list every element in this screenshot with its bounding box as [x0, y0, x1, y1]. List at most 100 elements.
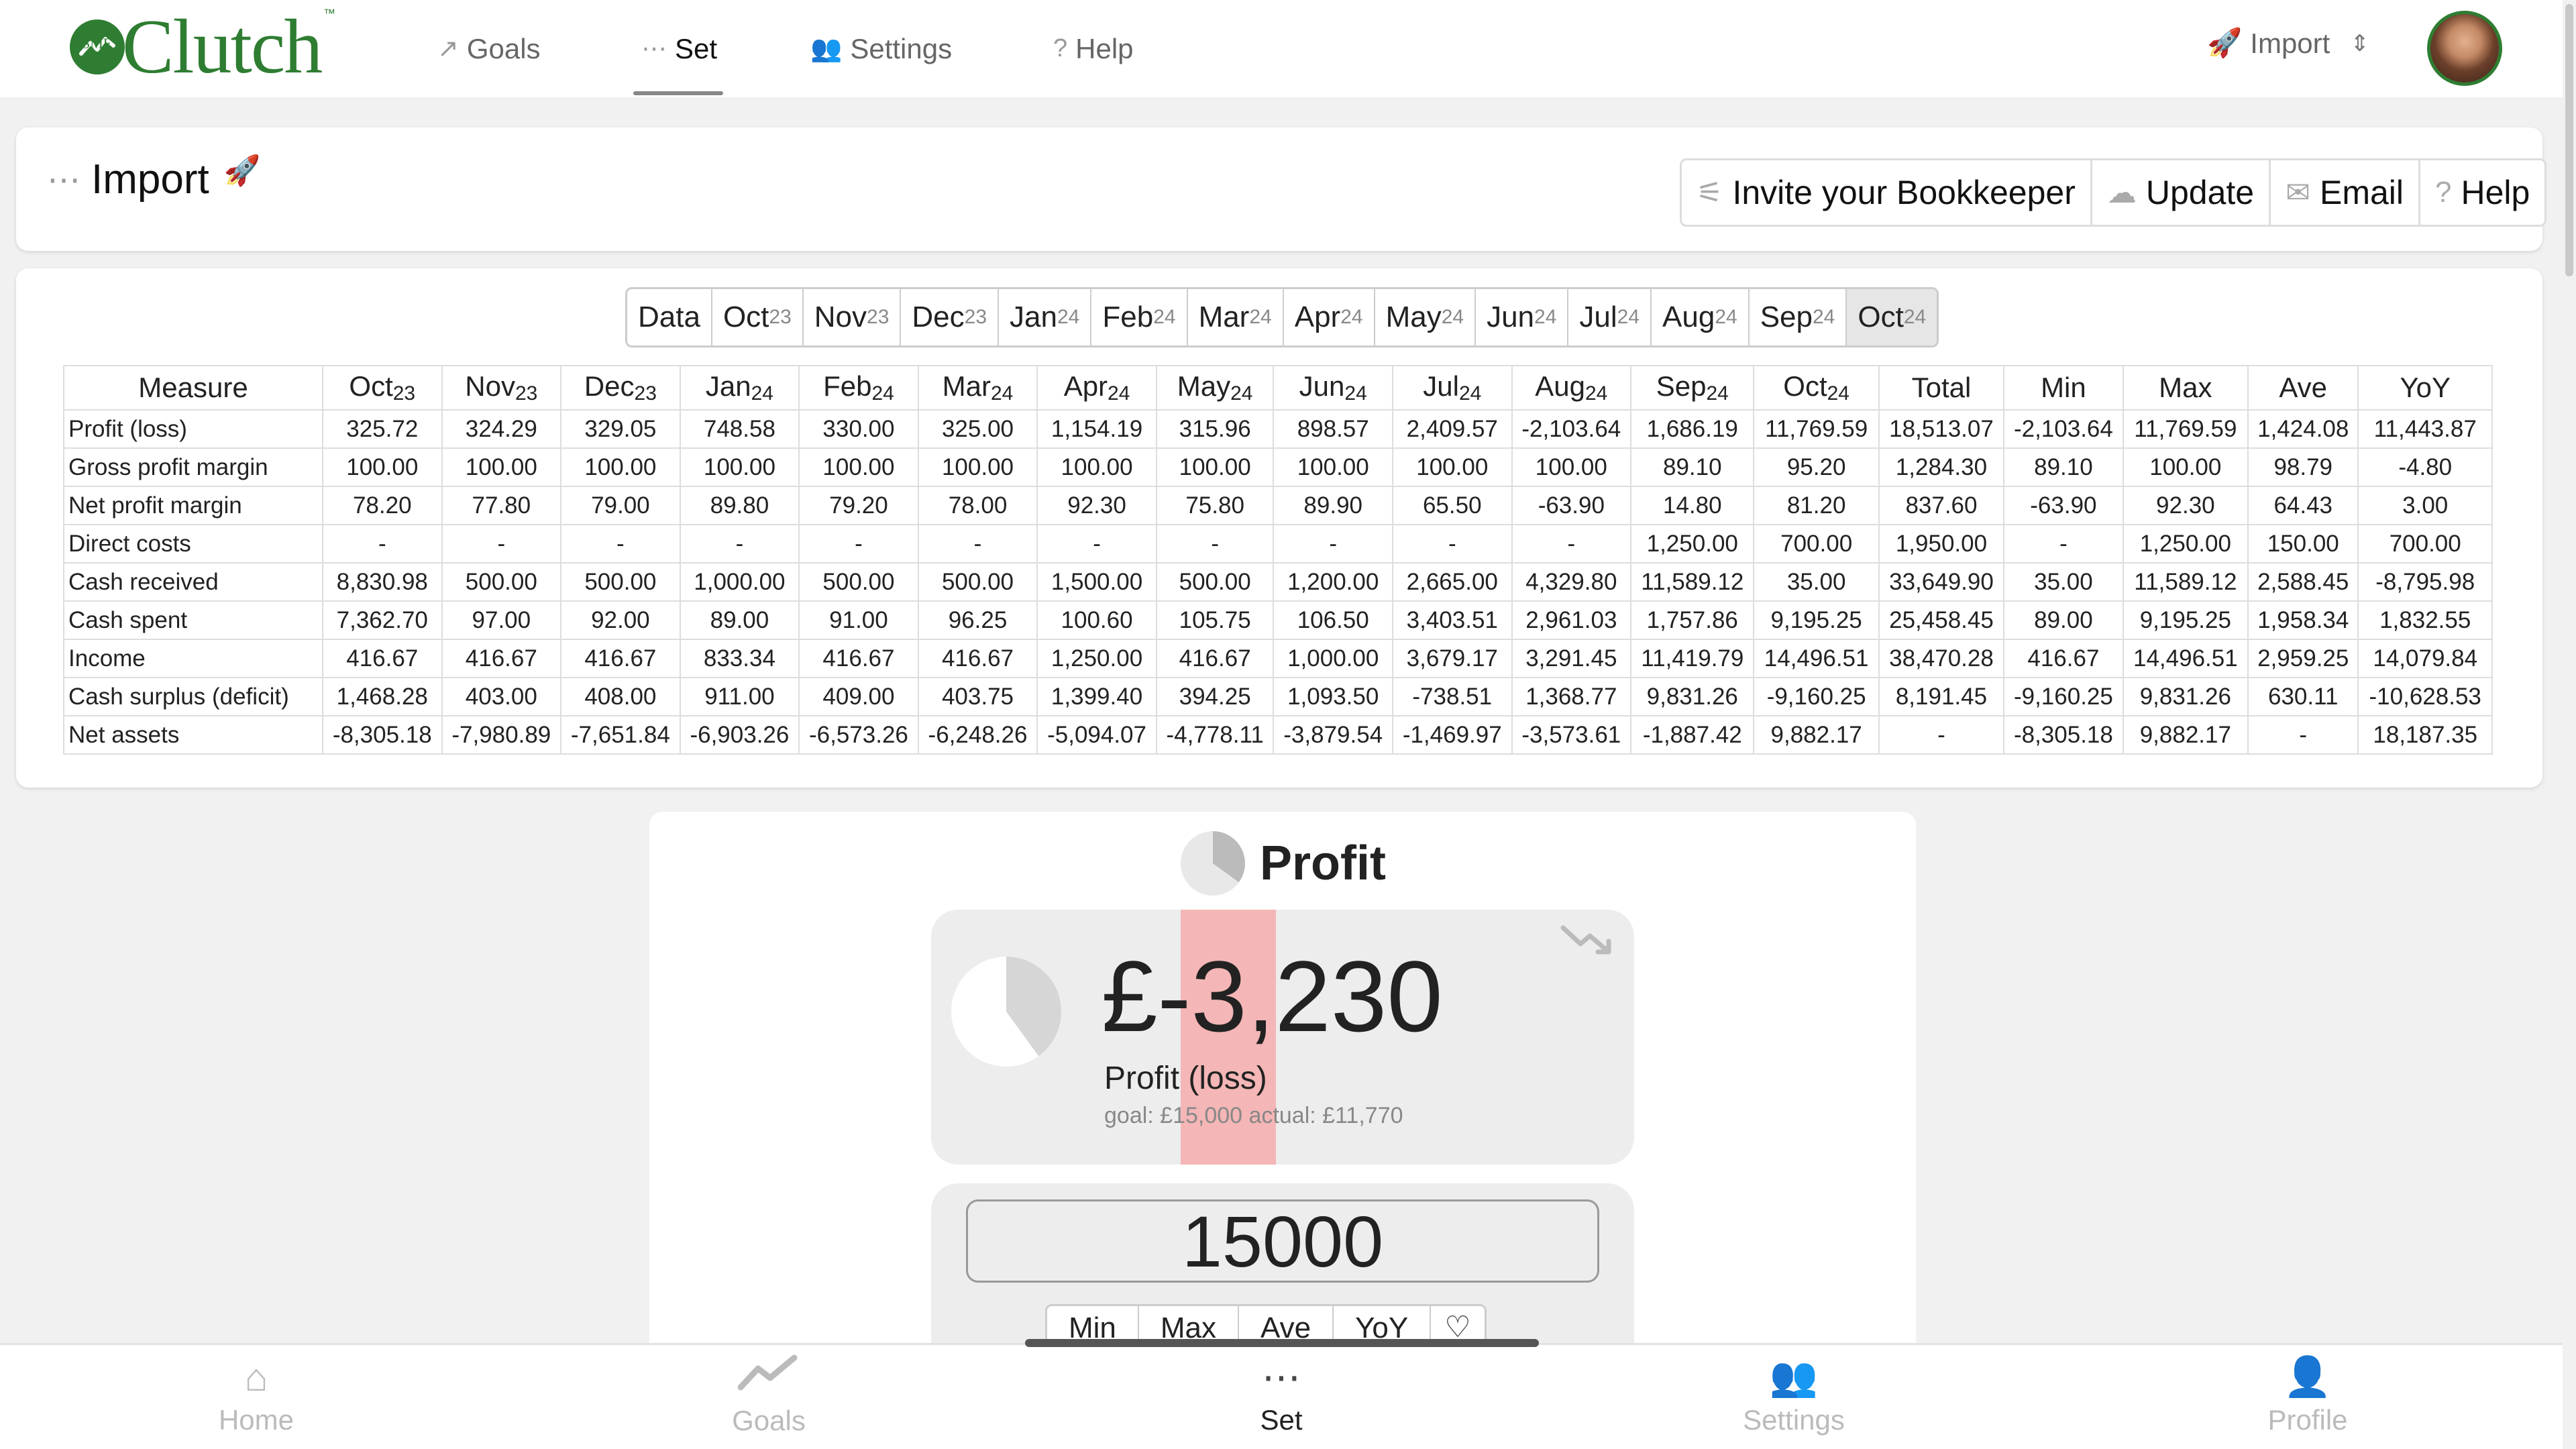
month-tab[interactable]: Oct 24: [1847, 289, 1937, 345]
bottom-nav-goals[interactable]: Goals: [668, 1348, 869, 1442]
chart-line-icon: [737, 1354, 800, 1401]
stat-tab-min[interactable]: Min: [1047, 1306, 1139, 1342]
table-cell: 79.20: [798, 486, 919, 525]
month-tab[interactable]: Jun 24: [1476, 289, 1569, 345]
table-cell: -: [1511, 524, 1632, 564]
table-row[interactable]: Cash received 8,830.98 500.00 500.00 1,000.0…: [63, 562, 2493, 602]
table-cell: -1,887.42: [1630, 715, 1755, 755]
month-tab[interactable]: Nov 23: [804, 289, 902, 345]
column-header-label: Jul: [1423, 370, 1459, 402]
table-body: Profit (loss) 325.72 324.29 329.05 748.58 330…: [63, 409, 2493, 755]
table-cell: 1,000.00: [679, 562, 800, 602]
month-tab-year: 24: [1057, 306, 1080, 328]
table-cell: 65.50: [1392, 486, 1513, 525]
nav-set[interactable]: ⋯ Set: [641, 0, 717, 97]
table-cell: 1,399.40: [1036, 677, 1157, 716]
table-cell: 100.60: [1036, 600, 1157, 640]
month-tab-year: 23: [769, 306, 792, 328]
table-row[interactable]: Income 416.67 416.67 416.67 833.34 416.67 416.…: [63, 639, 2493, 678]
table-cell: -: [1878, 715, 2005, 755]
month-tab[interactable]: Apr 24: [1284, 289, 1375, 345]
month-tab-year: 24: [1340, 306, 1363, 328]
month-tab[interactable]: Aug 24: [1652, 289, 1750, 345]
month-tab[interactable]: Jul 24: [1568, 289, 1652, 345]
profit-title: Profit: [1181, 826, 1386, 900]
table-cell: 409.00: [798, 677, 919, 716]
month-tab-label: Sep: [1760, 301, 1813, 333]
goal-input[interactable]: 15000: [966, 1199, 1599, 1283]
table-row[interactable]: Net assets -8,305.18 -7,980.89 -7,651.84 -6,…: [63, 715, 2493, 755]
table-cell: 7,362.70: [322, 600, 443, 640]
month-tab[interactable]: Oct 23: [712, 289, 804, 345]
vertical-scrollbar[interactable]: [2563, 0, 2576, 1449]
table-cell: -9,160.25: [2003, 677, 2124, 716]
table-row[interactable]: Direct costs - - - - - - - - - - -1,250.00 700.00 1,9…: [63, 524, 2493, 564]
scrollbar-thumb[interactable]: [2565, 4, 2573, 276]
table-row[interactable]: Cash spent 7,362.70 97.00 92.00 89.00 91.00 96…: [63, 600, 2493, 640]
table-cell: 500.00: [441, 562, 562, 602]
table-cell: -9,160.25: [1753, 677, 1880, 716]
month-tab-label: Jul: [1579, 301, 1617, 333]
month-tab[interactable]: Jan 24: [999, 289, 1092, 345]
table-cell: 14,079.84: [2357, 639, 2493, 678]
table-cell: 630.11: [2247, 677, 2359, 716]
page-title: ⋯ Import 🚀: [47, 154, 261, 203]
help-button[interactable]: ? Help: [2420, 160, 2544, 225]
table-cell: 95.20: [1753, 447, 1880, 487]
table-cell: -: [1036, 524, 1157, 564]
table-row[interactable]: Net profit margin 78.20 77.80 79.00 89.80 79.…: [63, 486, 2493, 525]
month-tab[interactable]: Sep 24: [1750, 289, 1847, 345]
column-header-label: Nov: [465, 370, 515, 402]
table-cell: 416.67: [2003, 639, 2124, 678]
table-cell: 98.79: [2247, 447, 2359, 487]
update-button[interactable]: ☁ Update: [2092, 160, 2271, 225]
month-tab[interactable]: Data: [627, 289, 712, 345]
stat-tab-ave[interactable]: Ave: [1239, 1306, 1334, 1342]
month-tab-year: 24: [1534, 306, 1557, 328]
email-button[interactable]: ✉ Email: [2271, 160, 2420, 225]
avatar[interactable]: [2427, 11, 2502, 86]
table-cell: 100.00: [679, 447, 800, 487]
table-cell: 11,443.87: [2357, 409, 2493, 449]
table-cell: -2,103.64: [1511, 409, 1632, 449]
month-tab-year: 23: [964, 306, 987, 328]
table-cell: 416.67: [798, 639, 919, 678]
invite-bookkeeper-button[interactable]: ⚟ Invite your Bookkeeper: [1682, 160, 2092, 225]
table-cell: 1,154.19: [1036, 409, 1157, 449]
column-header-label: Sep: [1656, 370, 1707, 402]
table-cell: 14.80: [1630, 486, 1755, 525]
table-row[interactable]: Cash surplus (deficit) 1,468.28 403.00 408.…: [63, 677, 2493, 716]
bottom-nav-settings[interactable]: 👥 Settings: [1693, 1348, 1894, 1442]
table-cell: -: [798, 524, 919, 564]
bottom-nav-set[interactable]: ⋯ Set: [1181, 1348, 1382, 1442]
table-cell: 3,403.51: [1392, 600, 1513, 640]
bottom-nav-home[interactable]: ⌂ Home: [156, 1348, 357, 1442]
question-icon: ?: [1053, 34, 1068, 62]
nav-label: Set: [675, 32, 718, 64]
table-cell: 100.00: [2122, 447, 2249, 487]
nav-goals[interactable]: ↗ Goals: [437, 0, 541, 97]
table-cell: 18,187.35: [2357, 715, 2493, 755]
table-cell: 324.29: [441, 409, 562, 449]
column-header-year: 24: [1230, 382, 1253, 405]
month-tab[interactable]: Feb 24: [1091, 289, 1188, 345]
heart-icon[interactable]: ♡: [1431, 1306, 1484, 1342]
row-label: Net assets: [63, 715, 323, 755]
table-cell: 500.00: [798, 562, 919, 602]
table-row[interactable]: Gross profit margin 100.00 100.00 100.00 100…: [63, 447, 2493, 487]
month-tab[interactable]: Mar 24: [1188, 289, 1284, 345]
nav-settings[interactable]: 👥 Settings: [810, 0, 952, 97]
import-select[interactable]: 🚀 Import ⇕: [2207, 27, 2369, 60]
column-header: Oct23: [322, 365, 443, 411]
stat-tab-max[interactable]: Max: [1139, 1306, 1240, 1342]
row-label: Profit (loss): [63, 409, 323, 449]
table-cell: -: [441, 524, 562, 564]
bottom-nav-profile[interactable]: 👤 Profile: [2207, 1348, 2408, 1442]
table-row[interactable]: Profit (loss) 325.72 324.29 329.05 748.58 330…: [63, 409, 2493, 449]
stat-tab-yoy[interactable]: YoY: [1334, 1306, 1432, 1342]
nav-help[interactable]: ? Help: [1053, 0, 1134, 97]
horizontal-scrollbar[interactable]: [1025, 1339, 1539, 1347]
month-tab[interactable]: Dec 23: [901, 289, 1000, 345]
row-label: Cash surplus (deficit): [63, 677, 323, 716]
month-tab[interactable]: May 24: [1375, 289, 1477, 345]
